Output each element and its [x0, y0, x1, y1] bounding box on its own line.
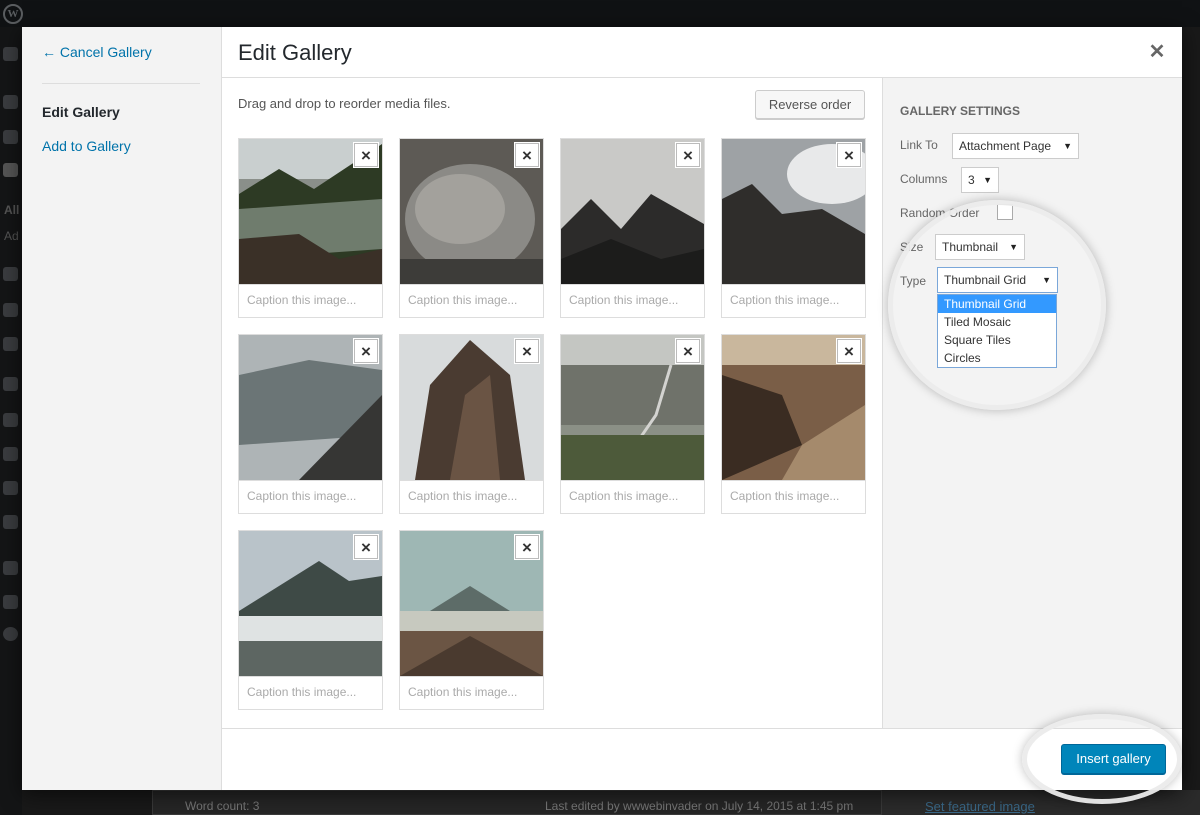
- collapse-icon: [3, 627, 18, 641]
- chevron-down-icon: ▼: [983, 175, 992, 185]
- gallery-item[interactable]: × Caption this image...: [399, 334, 544, 514]
- remove-image-icon[interactable]: ×: [354, 339, 378, 363]
- remove-image-icon[interactable]: ×: [515, 535, 539, 559]
- appearance-icon: [3, 303, 18, 317]
- wrench-icon: [3, 481, 18, 495]
- sidebar-text: Ad: [4, 229, 19, 243]
- remove-image-icon[interactable]: ×: [354, 143, 378, 167]
- dashboard-icon: [3, 47, 18, 61]
- caption-input[interactable]: Caption this image...: [400, 676, 543, 710]
- gallery-item[interactable]: × Caption this image...: [238, 530, 383, 710]
- gallery-item[interactable]: × Caption this image...: [238, 138, 383, 318]
- caption-input[interactable]: Caption this image...: [400, 480, 543, 514]
- caption-input[interactable]: Caption this image...: [722, 480, 865, 514]
- sidebar-text: All: [4, 203, 20, 217]
- users-icon: [3, 447, 18, 461]
- reverse-order-button[interactable]: Reverse order: [755, 90, 865, 119]
- plugins-icon: [3, 377, 18, 391]
- mail-icon: [3, 337, 18, 351]
- remove-image-icon[interactable]: ×: [354, 535, 378, 559]
- settings-box-icon: [3, 515, 18, 529]
- pin-icon: [3, 95, 18, 109]
- menu-separator: [42, 83, 200, 84]
- link-to-label: Link To: [900, 138, 938, 152]
- modal-title: Edit Gallery: [238, 40, 352, 65]
- highlight-circle: [888, 200, 1106, 410]
- last-edited: Last edited by wwwebinvader on July 14, …: [545, 799, 854, 813]
- admin-sidebar: All Ad: [0, 27, 22, 815]
- caption-input[interactable]: Caption this image...: [239, 284, 382, 318]
- menu-item-edit-gallery[interactable]: Edit Gallery: [42, 104, 120, 120]
- gallery-item[interactable]: × Caption this image...: [399, 530, 544, 710]
- link-to-select[interactable]: Attachment Page ▼: [952, 133, 1079, 159]
- wordpress-logo-icon: W: [3, 4, 23, 24]
- word-count: Word count: 3: [185, 799, 260, 813]
- columns-label: Columns: [900, 172, 948, 186]
- remove-image-icon[interactable]: ×: [515, 339, 539, 363]
- cancel-gallery-link[interactable]: ← Cancel Gallery: [42, 44, 152, 60]
- gallery-item[interactable]: × Caption this image...: [721, 334, 866, 514]
- tools-icon: [3, 413, 18, 427]
- settings-heading: GALLERY SETTINGS: [900, 104, 1021, 118]
- remove-image-icon[interactable]: ×: [676, 339, 700, 363]
- gallery-content: Drag and drop to reorder media files. Re…: [222, 78, 882, 728]
- caption-input[interactable]: Caption this image...: [722, 284, 865, 318]
- columns-value: 3: [968, 173, 975, 187]
- columns-select[interactable]: 3 ▼: [961, 167, 999, 193]
- pages-icon: [3, 163, 18, 177]
- admin-bar: W: [0, 0, 1200, 27]
- remove-image-icon[interactable]: ×: [837, 339, 861, 363]
- close-icon[interactable]: ✕: [1144, 39, 1170, 65]
- set-featured-image-link[interactable]: Set featured image: [925, 799, 1035, 814]
- gallery-item[interactable]: × Caption this image...: [721, 138, 866, 318]
- remove-image-icon[interactable]: ×: [515, 143, 539, 167]
- media-menu: ← Cancel Gallery Edit Gallery Add to Gal…: [22, 27, 222, 790]
- caption-input[interactable]: Caption this image...: [239, 676, 382, 710]
- gallery-item[interactable]: × Caption this image...: [560, 138, 705, 318]
- gallery-item[interactable]: × Caption this image...: [238, 334, 383, 514]
- chevron-down-icon: ▼: [1063, 141, 1072, 151]
- link-to-value: Attachment Page: [959, 139, 1052, 153]
- gallery-item[interactable]: × Caption this image...: [399, 138, 544, 318]
- caption-input[interactable]: Caption this image...: [561, 480, 704, 514]
- media-icon: [3, 130, 18, 144]
- remove-image-icon[interactable]: ×: [837, 143, 861, 167]
- menu-item-add-to-gallery[interactable]: Add to Gallery: [42, 138, 131, 154]
- remove-image-icon[interactable]: ×: [676, 143, 700, 167]
- comments-icon: [3, 267, 18, 281]
- caption-input[interactable]: Caption this image...: [561, 284, 704, 318]
- gallery-item[interactable]: × Caption this image...: [560, 334, 705, 514]
- highlight-circle: [1022, 714, 1182, 804]
- caption-input[interactable]: Caption this image...: [400, 284, 543, 318]
- reorder-hint: Drag and drop to reorder media files.: [238, 96, 451, 111]
- toolbar-divider: [222, 728, 1182, 729]
- caption-input[interactable]: Caption this image...: [239, 480, 382, 514]
- plugin-icon: [3, 561, 18, 575]
- gear-icon: [3, 595, 18, 609]
